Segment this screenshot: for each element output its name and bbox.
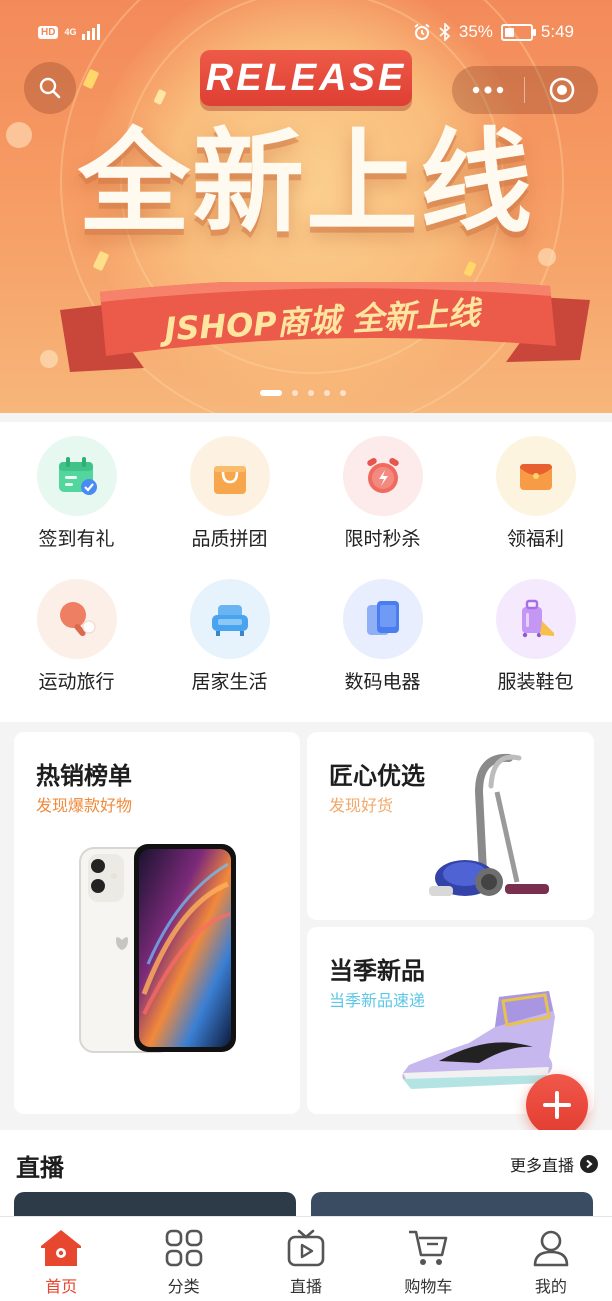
more-live-label: 更多直播 xyxy=(509,1156,574,1175)
card-title: 匠心优选 xyxy=(329,762,425,790)
category-icon-circle xyxy=(36,436,117,516)
banner-bubble xyxy=(538,248,556,266)
signal-icon xyxy=(82,24,101,40)
category-icon-circle xyxy=(189,436,270,516)
category-icon-circle xyxy=(342,436,423,516)
carousel-dot[interactable] xyxy=(292,390,298,396)
red-envelope-icon xyxy=(519,464,552,490)
banner-bubble xyxy=(40,350,58,368)
grid-icon xyxy=(165,1229,202,1267)
tab-label: 首页 xyxy=(45,1277,78,1296)
add-button[interactable] xyxy=(526,1074,588,1136)
category-item-group-buy[interactable]: 品质拼团 xyxy=(153,422,306,551)
promo-banner[interactable]: RELEASE 全新上线 JSHOP商城 全新上线 HD 4G 35% 5:49 xyxy=(0,0,612,413)
tab-label: 分类 xyxy=(167,1277,200,1296)
tab-category[interactable]: 分类 xyxy=(122,1217,244,1301)
carousel-dot[interactable] xyxy=(260,390,282,396)
live-section-title: 直播 xyxy=(16,1154,64,1182)
tab-live[interactable]: 直播 xyxy=(245,1217,367,1301)
search-icon xyxy=(39,77,61,99)
category-grid: 签到有礼 品质拼团 限时秒杀 领福利 运动旅行 居家生活 数码电器 服装鞋包 xyxy=(0,422,612,722)
category-label: 品质拼团 xyxy=(191,528,268,550)
carousel-indicator[interactable] xyxy=(260,390,346,396)
tab-home[interactable]: 首页 xyxy=(0,1217,122,1301)
category-label: 签到有礼 xyxy=(38,528,115,550)
category-label: 限时秒杀 xyxy=(344,528,421,550)
category-item-flash-sale[interactable]: 限时秒杀 xyxy=(306,422,459,551)
vacuum-product-image xyxy=(429,753,549,896)
category-label: 居家生活 xyxy=(191,671,268,693)
category-icon-circle xyxy=(495,579,576,659)
carousel-dot[interactable] xyxy=(308,390,314,396)
bluetooth-icon xyxy=(439,23,451,41)
cart-icon xyxy=(409,1230,448,1265)
card-subtitle: 发现好货 xyxy=(329,796,394,815)
more-live-link[interactable]: 更多直播 xyxy=(510,1152,598,1176)
card-title: 热销榜单 xyxy=(36,762,132,790)
target-icon xyxy=(549,77,574,103)
category-icon-circle xyxy=(189,579,270,659)
alarm-icon xyxy=(414,23,430,40)
card-subtitle: 发现爆款好物 xyxy=(36,796,133,815)
more-button[interactable] xyxy=(452,66,524,114)
battery-percent: 35% xyxy=(458,22,493,41)
tab-label: 直播 xyxy=(290,1277,323,1296)
category-icon-circle xyxy=(36,579,117,659)
calendar-check-icon xyxy=(58,457,97,495)
hot-sales-card[interactable]: 热销榜单 发现爆款好物 xyxy=(14,732,300,1114)
category-item-digital[interactable]: 数码电器 xyxy=(306,565,459,694)
card-title: 当季新品 xyxy=(329,957,425,985)
suitcase-shoe-icon xyxy=(521,599,554,638)
clock: 5:49 xyxy=(540,22,574,41)
tab-profile[interactable]: 我的 xyxy=(490,1217,612,1301)
alarm-clock-icon xyxy=(366,458,399,493)
user-icon xyxy=(533,1230,569,1267)
category-icon-circle xyxy=(342,579,423,659)
shopping-bag-icon xyxy=(213,466,246,494)
status-bar: HD 4G 35% 5:49 xyxy=(0,0,612,64)
bottom-tab-bar: 首页 分类 直播 购物车 我的 xyxy=(0,1216,612,1301)
category-label: 运动旅行 xyxy=(38,671,115,693)
hd-badge: HD xyxy=(38,25,59,39)
carousel-dot[interactable] xyxy=(324,390,330,396)
craft-selection-card[interactable]: 匠心优选 发现好货 xyxy=(307,732,594,920)
plus-icon xyxy=(543,1091,571,1119)
miniprogram-capsule xyxy=(452,66,598,114)
phone-icon xyxy=(366,601,399,635)
more-dots-icon xyxy=(472,86,504,94)
category-item-benefits[interactable]: 领福利 xyxy=(459,422,612,551)
search-button[interactable] xyxy=(24,62,76,114)
network-type: 4G xyxy=(64,26,77,37)
category-item-sports-travel[interactable]: 运动旅行 xyxy=(0,565,153,694)
chevron-right-icon xyxy=(580,1155,598,1173)
category-icon-circle xyxy=(495,436,576,516)
category-item-home-living[interactable]: 居家生活 xyxy=(153,565,306,694)
ping-pong-icon xyxy=(59,602,95,637)
banner-headline: 全新上线 xyxy=(78,118,534,248)
tab-cart[interactable]: 购物车 xyxy=(367,1217,489,1301)
phone-product-image xyxy=(79,844,236,1053)
sofa-icon xyxy=(211,605,248,636)
category-label: 服装鞋包 xyxy=(497,671,574,693)
carousel-dot[interactable] xyxy=(340,390,346,396)
tv-play-icon xyxy=(287,1229,325,1267)
tab-label: 我的 xyxy=(534,1277,567,1296)
category-label: 领福利 xyxy=(506,528,564,550)
close-miniprogram-button[interactable] xyxy=(525,66,598,114)
home-icon xyxy=(41,1230,82,1266)
category-item-fashion[interactable]: 服装鞋包 xyxy=(459,565,612,694)
category-item-checkin[interactable]: 签到有礼 xyxy=(0,422,153,551)
category-label: 数码电器 xyxy=(344,671,421,693)
tab-label: 购物车 xyxy=(404,1277,453,1296)
battery-icon xyxy=(500,23,536,41)
